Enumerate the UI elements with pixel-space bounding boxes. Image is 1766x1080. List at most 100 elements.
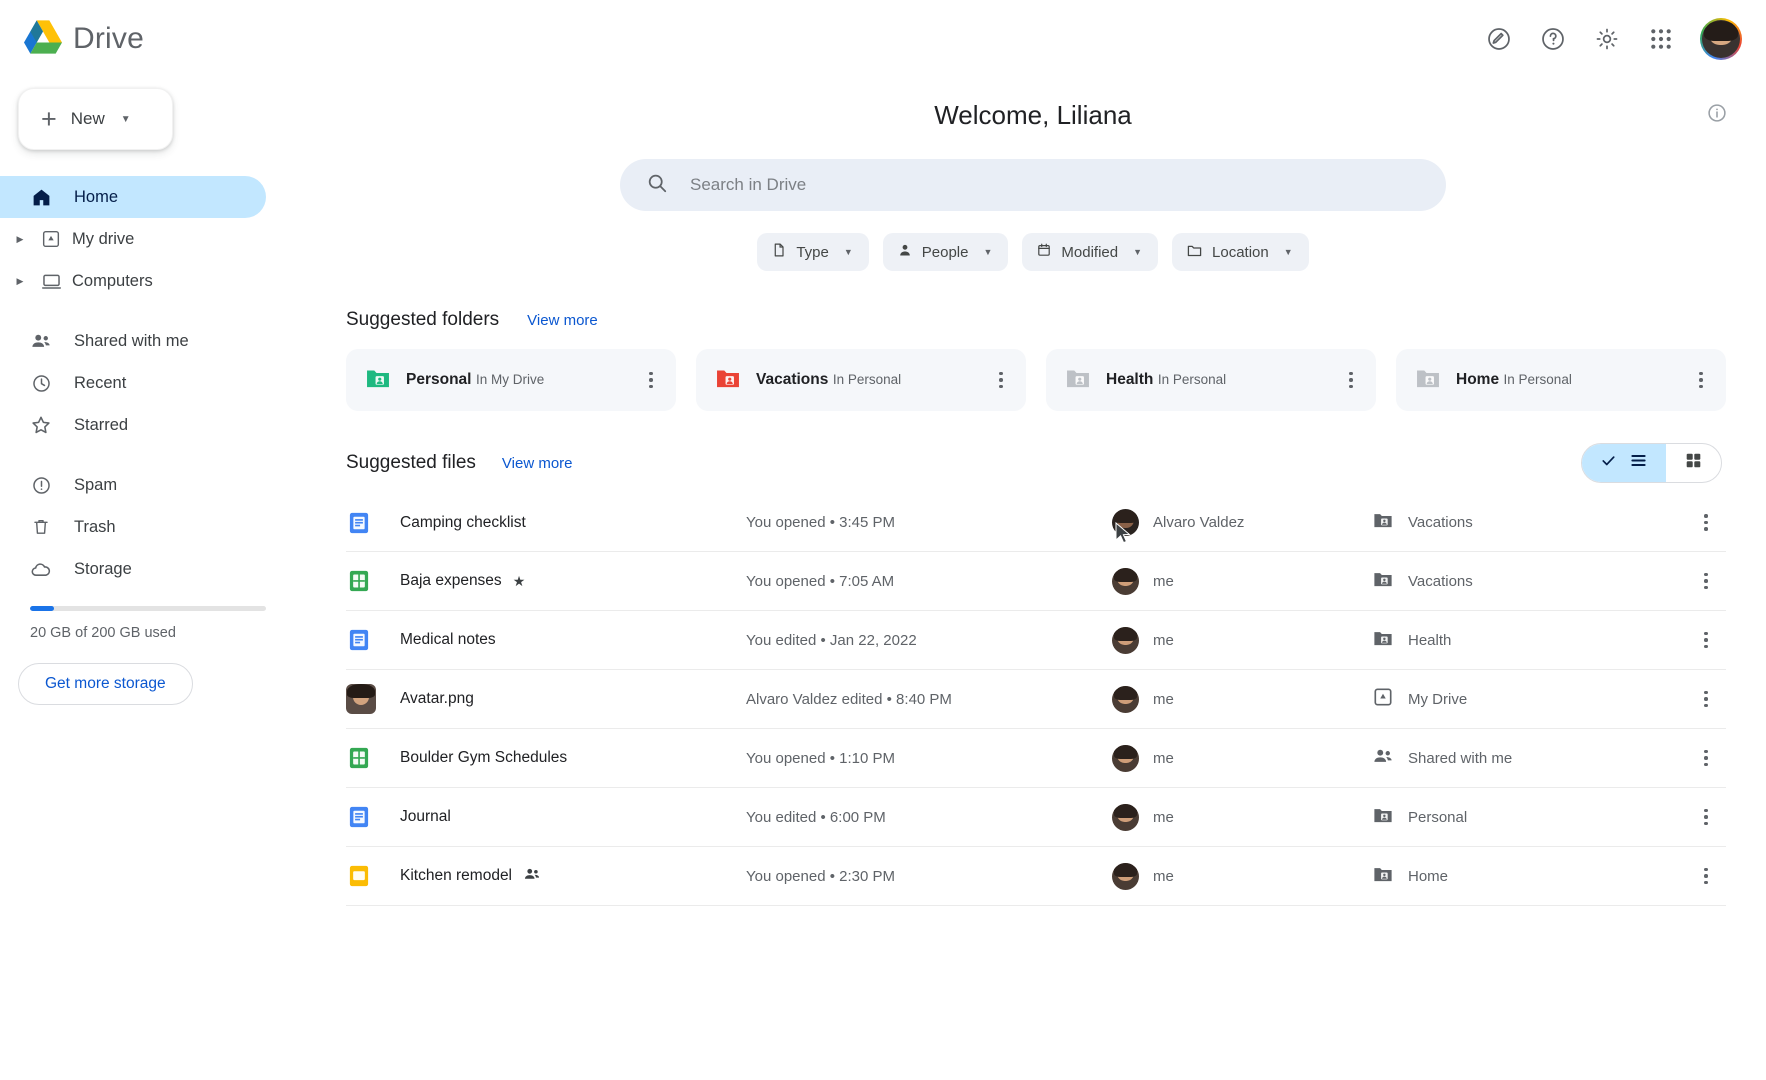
table-row[interactable]: Baja expenses★ You opened • 7:05 AM me V… xyxy=(346,552,1726,611)
search-input[interactable] xyxy=(690,175,1420,195)
folder-more-options-button[interactable] xyxy=(1338,372,1364,389)
file-location[interactable]: Vacations xyxy=(1372,509,1686,536)
google-slides-icon xyxy=(346,863,400,889)
avatar[interactable] xyxy=(1700,18,1742,60)
suggested-folders-view-more[interactable]: View more xyxy=(527,312,598,329)
cloud-icon xyxy=(30,558,52,580)
sidebar-item-label-home: Home xyxy=(74,188,118,207)
sidebar-item-starred[interactable]: Starred xyxy=(0,404,266,446)
home-icon xyxy=(30,186,52,208)
new-button[interactable]: + New ▼ xyxy=(18,88,173,150)
file-owner-name: me xyxy=(1153,573,1174,590)
file-more-options-button[interactable] xyxy=(1693,514,1719,531)
suggested-files-list: Camping checklist You opened • 3:45 PM A… xyxy=(346,493,1726,906)
file-name: Boulder Gym Schedules xyxy=(400,749,746,767)
file-more-options-button[interactable] xyxy=(1693,691,1719,708)
table-row[interactable]: Boulder Gym Schedules You opened • 1:10 … xyxy=(346,729,1726,788)
table-row[interactable]: Camping checklist You opened • 3:45 PM A… xyxy=(346,493,1726,552)
starred-icon[interactable]: ★ xyxy=(513,573,526,590)
file-location[interactable]: Shared with me xyxy=(1372,745,1686,772)
chip-modified[interactable]: Modified ▼ xyxy=(1022,233,1158,271)
chip-people[interactable]: People ▼ xyxy=(883,233,1009,271)
list-view-icon xyxy=(1629,451,1648,475)
file-more-options-button[interactable] xyxy=(1693,868,1719,885)
search-bar[interactable] xyxy=(620,159,1446,211)
suggested-folder-card[interactable]: Health In Personal xyxy=(1046,349,1376,411)
suggested-folder-location: In Personal xyxy=(833,372,901,387)
filter-chips: Type ▼ People ▼ Modified ▼ xyxy=(300,233,1766,271)
sidebar-item-label-starred: Starred xyxy=(74,416,128,435)
shared-folder-icon xyxy=(1372,627,1394,654)
suggested-folder-card[interactable]: Home In Personal xyxy=(1396,349,1726,411)
file-more-options-button[interactable] xyxy=(1693,632,1719,649)
table-row[interactable]: Kitchen remodel You opened • 2:30 PM me … xyxy=(346,847,1726,906)
apps-grid-icon[interactable] xyxy=(1646,24,1676,54)
suggested-folder-card[interactable]: Personal In My Drive xyxy=(346,349,676,411)
folder-more-options-button[interactable] xyxy=(638,372,664,389)
table-row[interactable]: Medical notes You edited • Jan 22, 2022 … xyxy=(346,611,1726,670)
file-more-options-button[interactable] xyxy=(1693,573,1719,590)
help-question-icon[interactable] xyxy=(1538,24,1568,54)
folder-icon xyxy=(1186,242,1203,263)
clock-icon xyxy=(30,372,52,394)
suggested-files-view-more[interactable]: View more xyxy=(502,455,573,472)
file-owner-name: me xyxy=(1153,632,1174,649)
google-docs-icon xyxy=(346,510,400,536)
file-icon xyxy=(771,242,787,262)
file-location[interactable]: Home xyxy=(1372,863,1686,890)
chip-type[interactable]: Type ▼ xyxy=(757,233,868,271)
chip-label-location: Location xyxy=(1212,244,1269,261)
sidebar-item-home[interactable]: Home xyxy=(0,176,266,218)
sidebar-item-spam[interactable]: Spam xyxy=(0,464,266,506)
google-sheets-icon xyxy=(346,568,400,594)
file-location[interactable]: My Drive xyxy=(1372,686,1686,713)
file-location-name: My Drive xyxy=(1408,691,1467,708)
avatar-liliana xyxy=(1112,863,1139,890)
chevron-down-icon: ▼ xyxy=(1133,247,1142,257)
avatar-alvaro xyxy=(1112,509,1139,536)
sidebar-item-recent[interactable]: Recent xyxy=(0,362,266,404)
suggested-folder-card[interactable]: Vacations In Personal xyxy=(696,349,1026,411)
table-row[interactable]: Journal You edited • 6:00 PM me Personal xyxy=(346,788,1726,847)
feedback-pencil-icon[interactable] xyxy=(1484,24,1514,54)
shared-folder-icon xyxy=(1414,364,1442,397)
sidebar-item-computers[interactable]: ▶ Computers xyxy=(0,260,266,302)
list-view-button[interactable] xyxy=(1582,444,1666,482)
info-icon[interactable] xyxy=(1706,102,1728,129)
file-location[interactable]: Health xyxy=(1372,627,1686,654)
drive-brand[interactable]: Drive xyxy=(24,20,144,59)
chip-location[interactable]: Location ▼ xyxy=(1172,233,1309,271)
sidebar-item-my-drive[interactable]: ▶ My drive xyxy=(0,218,266,260)
shared-folder-icon xyxy=(1372,863,1394,890)
file-more-options-button[interactable] xyxy=(1693,750,1719,767)
folder-more-options-button[interactable] xyxy=(1688,372,1714,389)
shared-folder-icon xyxy=(364,364,392,397)
avatar-image xyxy=(1702,20,1740,58)
table-row[interactable]: Avatar.png Alvaro Valdez edited • 8:40 P… xyxy=(346,670,1726,729)
file-name: Avatar.png xyxy=(400,690,746,708)
gear-icon[interactable] xyxy=(1592,24,1622,54)
file-owner-name: Alvaro Valdez xyxy=(1153,514,1244,531)
sidebar-item-label-spam: Spam xyxy=(74,476,117,495)
get-more-storage-button[interactable]: Get more storage xyxy=(18,663,193,705)
folder-more-options-button[interactable] xyxy=(988,372,1014,389)
sidebar-item-trash[interactable]: Trash xyxy=(0,506,266,548)
sidebar-item-storage[interactable]: Storage xyxy=(0,548,266,590)
avatar-liliana xyxy=(1112,745,1139,772)
chevron-down-icon: ▼ xyxy=(983,247,992,257)
spam-icon xyxy=(30,474,52,496)
sidebar-item-shared-with-me[interactable]: Shared with me xyxy=(0,320,266,362)
file-owner-name: me xyxy=(1153,809,1174,826)
chevron-right-icon[interactable]: ▶ xyxy=(10,276,30,287)
grid-view-button[interactable] xyxy=(1666,444,1721,482)
file-owner: me xyxy=(1112,568,1372,595)
suggested-folders-list: Personal In My Drive Vacations In Person… xyxy=(346,349,1766,411)
file-activity: You opened • 3:45 PM xyxy=(746,514,1112,531)
file-more-options-button[interactable] xyxy=(1693,809,1719,826)
file-location[interactable]: Vacations xyxy=(1372,568,1686,595)
file-location[interactable]: Personal xyxy=(1372,804,1686,831)
chevron-right-icon[interactable]: ▶ xyxy=(10,234,30,245)
file-location-name: Personal xyxy=(1408,809,1467,826)
file-name: Baja expenses★ xyxy=(400,572,746,590)
file-location-name: Health xyxy=(1408,632,1451,649)
